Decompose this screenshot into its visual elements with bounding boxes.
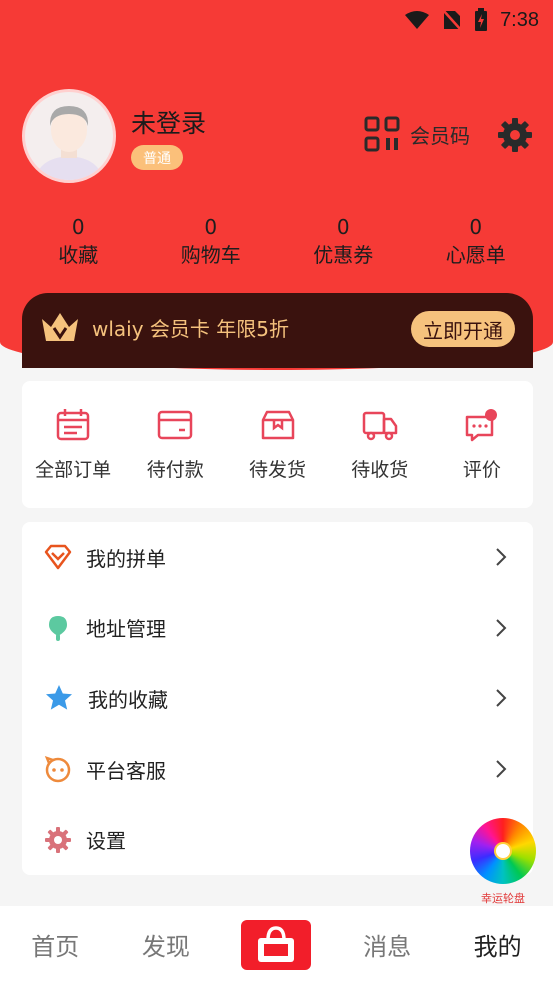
stat-cart[interactable]: 0 购物车 [146, 214, 276, 270]
menu-list: 我的拼单 地址管理 我的收藏 平台客服 设置 [22, 522, 533, 875]
order-label: 全部订单 [35, 459, 112, 481]
settings-button[interactable] [497, 117, 533, 157]
stat-favorites[interactable]: 0 收藏 [13, 214, 143, 270]
tab-discover[interactable]: 发现 [111, 927, 222, 962]
menu-label: 地址管理 [86, 617, 166, 642]
status-time: 7:38 [500, 8, 539, 31]
menu-label: 我的收藏 [88, 687, 168, 712]
default-avatar-icon [35, 106, 103, 180]
qr-code-icon [364, 116, 400, 152]
tab-shop [221, 919, 332, 970]
tab-mine[interactable]: 我的 [442, 927, 553, 962]
gear-icon [498, 118, 532, 152]
lucky-wheel-button[interactable]: 幸运轮盘 [469, 818, 537, 908]
order-label: 待收货 [351, 459, 409, 481]
vip-card-text: wlaiy 会员卡 年限5折 [92, 317, 290, 341]
stat-value: 0 [204, 215, 218, 239]
gear-icon [45, 826, 71, 853]
stat-value: 0 [336, 215, 350, 239]
member-code-button[interactable]: 会员码 [364, 116, 470, 152]
order-pending-receipt[interactable]: 待收货 [329, 381, 431, 508]
chevron-right-icon [496, 760, 507, 778]
truck-icon [362, 411, 397, 441]
stat-value: 0 [71, 215, 85, 239]
menu-item-settings[interactable]: 设置 [22, 804, 533, 875]
order-pending-payment[interactable]: 待付款 [124, 381, 226, 508]
customer-service-icon [44, 756, 71, 783]
crown-icon [42, 313, 78, 341]
tab-messages[interactable]: 消息 [332, 927, 443, 962]
menu-label: 设置 [86, 829, 126, 854]
stat-coupons[interactable]: 0 优惠券 [278, 214, 408, 270]
shopping-bag-button[interactable] [241, 919, 312, 970]
wallet-icon [158, 410, 193, 440]
stat-label: 优惠券 [313, 243, 374, 267]
order-label: 评价 [462, 459, 501, 481]
lucky-wheel-icon [470, 818, 536, 884]
battery-charging-icon [475, 8, 488, 31]
vip-card-banner[interactable]: wlaiy 会员卡 年限5折 立即开通 [22, 293, 533, 368]
stat-label: 购物车 [180, 243, 241, 267]
menu-item-address[interactable]: 地址管理 [22, 593, 533, 664]
diamond-icon [44, 545, 72, 570]
stat-value: 0 [469, 215, 483, 239]
menu-item-favorites[interactable]: 我的收藏 [22, 663, 533, 734]
menu-label: 我的拼单 [86, 546, 166, 571]
stat-label: 心愿单 [445, 243, 506, 267]
location-pin-icon [49, 615, 67, 641]
member-level-badge: 普通 [131, 145, 183, 170]
menu-item-group-buy[interactable]: 我的拼单 [22, 522, 533, 593]
order-list-icon [56, 409, 90, 441]
order-pending-shipment[interactable]: 待发货 [226, 381, 328, 508]
comment-icon [465, 409, 497, 442]
chevron-right-icon [496, 548, 507, 567]
shopping-bag-icon [258, 925, 295, 962]
order-label: 待发货 [249, 459, 307, 481]
star-icon [46, 685, 72, 711]
menu-label: 平台客服 [86, 758, 166, 783]
tab-home[interactable]: 首页 [0, 927, 111, 962]
order-review[interactable]: 评价 [431, 381, 533, 508]
wifi-icon [405, 11, 430, 29]
stat-label: 收藏 [58, 243, 99, 267]
order-all[interactable]: 全部订单 [22, 381, 124, 508]
status-bar: 7:38 [0, 0, 553, 40]
no-sim-icon [442, 9, 462, 31]
order-shortcuts: 全部订单 待付款 待发货 待收货 评价 [22, 381, 533, 508]
activate-vip-button[interactable]: 立即开通 [411, 311, 515, 347]
stat-wishlist[interactable]: 0 心愿单 [411, 214, 541, 270]
wheel-hub [494, 842, 512, 860]
chevron-right-icon [496, 689, 507, 708]
member-code-label: 会员码 [410, 123, 470, 148]
bottom-tab-bar: 首页 发现 消息 我的 [0, 906, 553, 983]
box-icon [261, 410, 294, 440]
menu-item-customer-service[interactable]: 平台客服 [22, 734, 533, 805]
stats-row: 0 收藏 0 购物车 0 优惠券 0 心愿单 [12, 214, 542, 270]
chevron-right-icon [496, 619, 507, 637]
username[interactable]: 未登录 [131, 104, 206, 140]
lucky-wheel-label: 幸运轮盘 [481, 892, 525, 905]
order-label: 待付款 [146, 459, 204, 481]
avatar[interactable] [22, 89, 116, 183]
